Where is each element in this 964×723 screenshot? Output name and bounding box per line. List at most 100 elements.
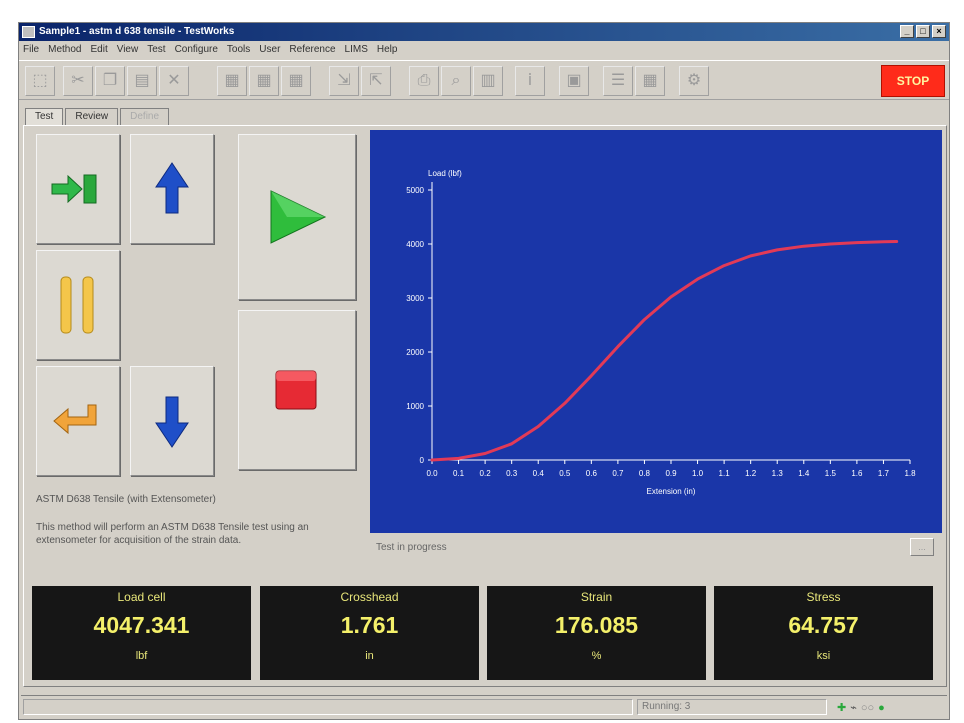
- readout-unit: ksi: [816, 650, 831, 662]
- menu-lims[interactable]: LIMS: [345, 44, 368, 55]
- readout-value: 64.757: [788, 612, 859, 638]
- x-tick-label: 0.4: [533, 469, 545, 478]
- menu-method[interactable]: Method: [48, 44, 81, 55]
- toolbar-paste-button[interactable]: ▤: [127, 66, 157, 96]
- minimize-icon[interactable]: _: [900, 25, 914, 38]
- jog-up-button[interactable]: [130, 134, 214, 244]
- readout-value: 1.761: [340, 612, 399, 638]
- toolbar-tools-button[interactable]: ⚙: [679, 66, 709, 96]
- info-icon: ⅰ: [527, 72, 533, 89]
- x-tick-label: 0.7: [612, 469, 624, 478]
- tab-review[interactable]: Review: [65, 108, 119, 125]
- jog-down-button[interactable]: [130, 366, 214, 476]
- toolbar-cut-button[interactable]: ✂: [63, 66, 93, 96]
- menu-test[interactable]: Test: [147, 44, 165, 55]
- start-test-button[interactable]: [238, 134, 356, 300]
- status-detail-button[interactable]: ...: [910, 538, 934, 556]
- menu-user[interactable]: User: [259, 44, 280, 55]
- toolbar-grid2-button[interactable]: ▦: [249, 66, 279, 96]
- status-bar: Running: 3 ✚ ⌁ ○○ ●: [21, 695, 947, 717]
- readout-label: Load cell: [117, 590, 166, 604]
- close-icon[interactable]: ×: [932, 25, 946, 38]
- menu-help[interactable]: Help: [377, 44, 398, 55]
- app-window: Sample1 - astm d 638 tensile - TestWorks…: [18, 22, 950, 720]
- running-count: Running: 3: [637, 699, 827, 715]
- arrow-into-bar-icon: [51, 174, 97, 204]
- toolbar-spreadsheet-button[interactable]: ▦: [635, 66, 665, 96]
- menu-tools[interactable]: Tools: [227, 44, 250, 55]
- x-tick-label: 0.5: [559, 469, 571, 478]
- toolbar-delete-button[interactable]: ✕: [159, 66, 189, 96]
- stop-test-button[interactable]: [238, 310, 356, 470]
- y-axis-label: Load (lbf): [428, 169, 462, 178]
- x-tick-label: 0.8: [639, 469, 651, 478]
- enter-position-button[interactable]: [36, 134, 120, 244]
- toolbar-export-button[interactable]: ⇲: [329, 66, 359, 96]
- y-tick-label: 4000: [406, 240, 424, 249]
- arrow-down-icon: [155, 396, 189, 448]
- arrow-up-icon: [155, 162, 189, 214]
- tab-define[interactable]: Define: [120, 108, 170, 125]
- cut-icon: ✂: [71, 72, 85, 89]
- x-tick-label: 0.0: [426, 469, 438, 478]
- menu-configure[interactable]: Configure: [175, 44, 218, 55]
- y-tick-label: 3000: [406, 294, 424, 303]
- app-icon: [22, 26, 35, 38]
- x-axis-label: Extension (in): [647, 487, 696, 496]
- spreadsheet-icon: ▦: [642, 72, 658, 89]
- return-arrow-icon: [53, 404, 97, 435]
- y-tick-label: 2000: [406, 348, 424, 357]
- toolbar-table-button[interactable]: ▥: [473, 66, 503, 96]
- x-tick-label: 0.2: [480, 469, 492, 478]
- x-tick-label: 1.2: [745, 469, 757, 478]
- toolbar-info-button[interactable]: ⅰ: [515, 66, 545, 96]
- readout-stress: Stress 64.757 ksi: [714, 586, 933, 680]
- x-tick-label: 1.1: [719, 469, 731, 478]
- readout-label: Strain: [580, 590, 613, 604]
- x-tick-label: 1.8: [904, 469, 916, 478]
- status-icons: ✚ ⌁ ○○ ●: [837, 701, 885, 715]
- method-description: This method will perform an ASTM D638 Te…: [36, 522, 309, 546]
- x-tick-label: 1.3: [772, 469, 784, 478]
- signal-icon: ⌁: [850, 702, 857, 714]
- pause-icon: [60, 276, 94, 334]
- readout-unit: lbf: [135, 650, 148, 662]
- plus-icon: ✚: [837, 702, 847, 714]
- readout-unit: in: [365, 650, 374, 662]
- y-tick-label: 0: [420, 456, 425, 465]
- x-tick-label: 1.7: [878, 469, 890, 478]
- toolbar-preview-button[interactable]: ⌕: [441, 66, 471, 96]
- menu-reference[interactable]: Reference: [289, 44, 335, 55]
- y-tick-label: 5000: [406, 186, 424, 195]
- stop-square-icon: [275, 370, 317, 410]
- menu-file[interactable]: File: [23, 44, 39, 55]
- toolbar-grid1-button[interactable]: ▦: [217, 66, 247, 96]
- toolbar-import-button[interactable]: ⇱: [361, 66, 391, 96]
- test-status-text: Test in progress: [376, 542, 447, 553]
- menu-edit[interactable]: Edit: [90, 44, 107, 55]
- return-button[interactable]: [36, 366, 120, 476]
- toolbar-copy-button[interactable]: ❐: [95, 66, 125, 96]
- table-icon: ▥: [480, 72, 496, 89]
- tools-icon: ⚙: [686, 72, 702, 89]
- menu-view[interactable]: View: [117, 44, 139, 55]
- maximize-icon[interactable]: □: [916, 25, 930, 38]
- toolbar-grid3-button[interactable]: ▦: [281, 66, 311, 96]
- grid-icon: ▦: [256, 72, 272, 89]
- readout-value: 4047.341: [93, 612, 190, 638]
- toolbar-print-button[interactable]: ⎙: [409, 66, 439, 96]
- import-icon: ⇱: [369, 72, 383, 89]
- tab-test[interactable]: Test: [25, 108, 64, 125]
- readout-crosshead: Crosshead 1.761 in: [260, 586, 479, 680]
- title-bar: Sample1 - astm d 638 tensile - TestWorks…: [19, 23, 949, 41]
- toolbar-new-button[interactable]: ⬚: [25, 66, 55, 96]
- grid-icon: ▦: [288, 72, 304, 89]
- emergency-stop-button[interactable]: STOP: [881, 65, 945, 97]
- tab-strip: Test Review Define: [25, 108, 171, 125]
- preview-icon: ⌕: [451, 72, 461, 89]
- test-panel: ASTM D638 Tensile (with Extensometer) Th…: [23, 125, 947, 687]
- toolbar-calc-button[interactable]: ▣: [559, 66, 589, 96]
- window-controls: _ □ ×: [900, 25, 946, 38]
- pause-button[interactable]: [36, 250, 120, 360]
- toolbar-report-button[interactable]: ☰: [603, 66, 633, 96]
